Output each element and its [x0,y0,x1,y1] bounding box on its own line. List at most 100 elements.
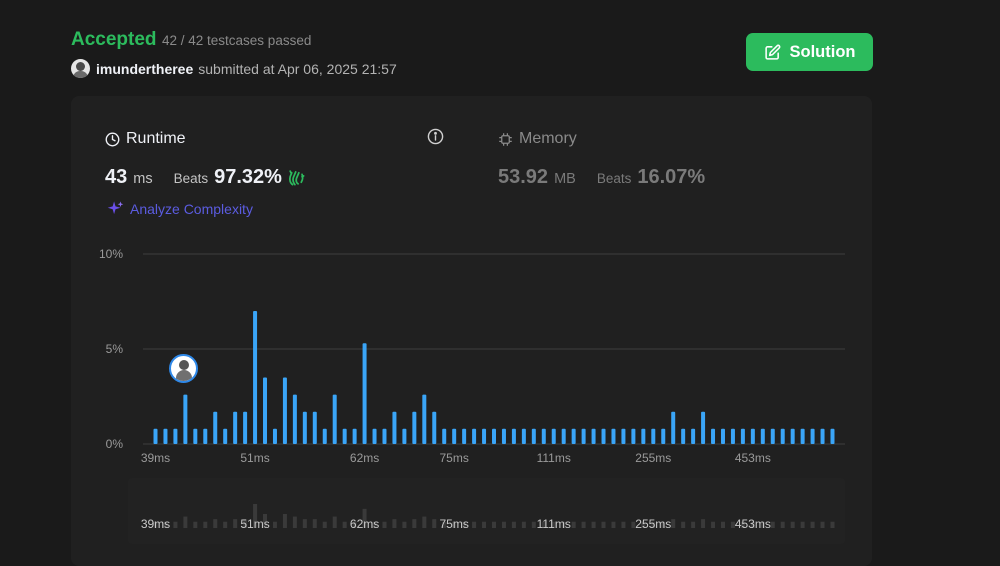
brush-bar [830,521,835,528]
runtime-bar [352,428,357,444]
brush-bar [671,519,676,528]
brush-bar [282,514,287,528]
x-tick-label: 255ms [635,451,671,465]
brush-bar [382,521,387,528]
runtime-bar [472,428,477,444]
runtime-bar [462,428,467,444]
brush-bar [312,519,317,528]
runtime-bar [521,428,526,444]
brush-bar [302,519,307,528]
brush-bar [810,521,815,528]
runtime-bar [551,428,556,444]
runtime-bar [770,428,775,444]
runtime-bar [601,428,606,444]
brush-bar [521,521,526,528]
runtime-bar [830,428,835,444]
runtime-bar [661,428,666,444]
runtime-bar [163,428,168,444]
runtime-bar [800,428,805,444]
brush-bar [770,521,775,528]
brush-bar [272,521,277,528]
runtime-bar [402,428,407,444]
runtime-bar [432,411,437,444]
brush-bar [581,521,586,528]
brush-bar [203,521,208,528]
runtime-bar [253,311,258,444]
runtime-bar [372,428,377,444]
runtime-bar [641,428,646,444]
runtime-bar [183,394,188,444]
brush-bar [800,521,805,528]
brush-bar [711,521,716,528]
runtime-bar [492,428,496,444]
brush-tick-label: 453ms [735,517,771,531]
brush-bar [193,521,198,528]
brush-bar [621,521,626,528]
brush-bar [780,521,785,528]
runtime-bar [701,411,706,444]
runtime-bar [501,428,506,444]
runtime-bar [730,428,735,444]
brush-bar [601,521,606,528]
brush-bar [422,516,427,528]
brush-bar [482,521,487,528]
brush-bar [402,521,407,528]
runtime-bar [720,428,725,444]
runtime-bar [482,428,487,444]
brush-bar [511,521,516,528]
runtime-bar [581,428,586,444]
x-tick-label: 51ms [240,451,269,465]
runtime-bar [342,428,347,444]
runtime-bar [740,428,745,444]
brush-bar [223,521,228,528]
brush-tick-label: 39ms [141,517,170,531]
brush-bar [322,521,327,528]
runtime-bar [422,394,427,444]
brush-bar [790,521,795,528]
brush-bar [501,521,506,528]
runtime-bar [442,428,447,444]
brush-bar [492,521,496,528]
runtime-bar [153,428,158,444]
y-tick-label: 10% [99,247,123,261]
runtime-bar [711,428,716,444]
y-tick-label: 0% [106,437,124,451]
runtime-bar [671,411,676,444]
brush-bar [701,519,706,528]
runtime-bar [302,411,307,444]
brush-tick-label: 111ms [537,517,571,531]
brush-bar [571,521,576,528]
brush-bar [233,519,238,528]
runtime-bar [213,411,218,444]
runtime-bar [292,394,297,444]
brush-tick-label: 62ms [350,517,379,531]
runtime-bar [621,428,626,444]
brush-bar [342,521,347,528]
your-submission-marker[interactable] [169,354,198,383]
x-tick-label: 111ms [537,451,571,465]
runtime-bar [541,428,546,444]
runtime-bar [691,428,696,444]
runtime-bar [233,411,238,444]
runtime-bar [173,428,178,444]
runtime-bar [681,428,686,444]
brush-bar [173,521,178,528]
brush-bar [183,516,188,528]
runtime-bar [362,343,367,444]
brush-bar [681,521,686,528]
runtime-bar [392,411,397,444]
runtime-bar [591,428,596,444]
runtime-bar [412,411,417,444]
y-tick-label: 5% [106,342,124,356]
brush-tick-label: 75ms [440,517,469,531]
runtime-bar [263,377,268,444]
brush-bar [432,519,437,528]
brush-bar [591,521,596,528]
runtime-bar [282,377,287,444]
runtime-bar [571,428,576,444]
x-tick-label: 62ms [350,451,379,465]
runtime-bar [203,428,208,444]
x-tick-label: 75ms [440,451,469,465]
runtime-bar [243,411,248,444]
runtime-distribution-chart[interactable]: 10% 5% 0% 39ms 39ms 51ms 51ms 62ms 62ms 75ms 75ms 1… [0,0,1000,554]
